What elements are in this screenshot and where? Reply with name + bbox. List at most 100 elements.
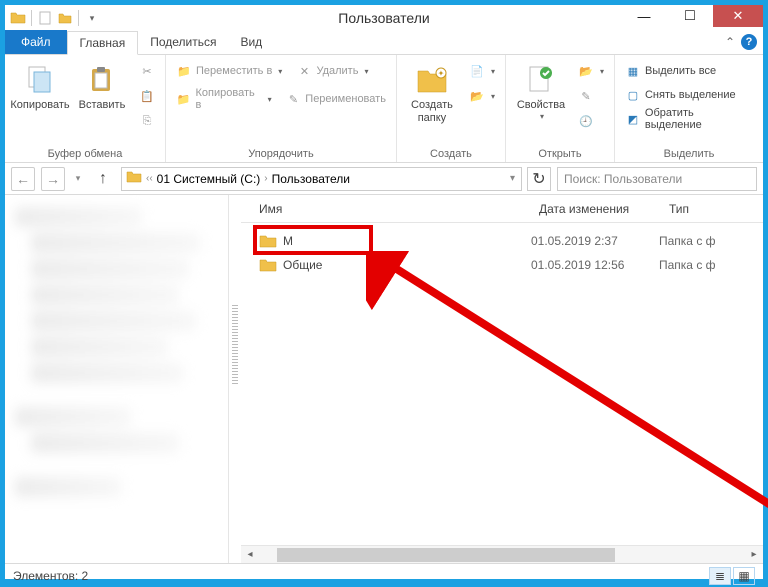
column-headers: Имя Дата изменения Тип (241, 195, 763, 223)
new-folder-icon: ✦ (415, 63, 449, 97)
list-item[interactable]: Общие 01.05.2019 12:56 Папка с ф (241, 253, 763, 277)
status-bar: Элементов: 2 ≣ ▦ (5, 563, 763, 587)
content-area: Имя Дата изменения Тип M 01.05.2019 2:37… (5, 195, 763, 563)
home-tab[interactable]: Главная (67, 31, 139, 55)
rename-icon: ✎ (286, 91, 302, 107)
explorer-window: ▾ Пользователи — □ ✕ Файл Главная Подели… (4, 4, 764, 580)
select-none-button[interactable]: ▢Снять выделение (621, 83, 740, 107)
invert-selection-button[interactable]: ◩Обратить выделение (621, 107, 757, 131)
easy-icon: 📂 (469, 88, 485, 104)
window-title: Пользователи (338, 10, 429, 26)
list-item[interactable]: M 01.05.2019 2:37 Папка с ф (241, 229, 763, 253)
column-name[interactable]: Имя (241, 202, 531, 216)
copy-button[interactable]: Копировать (11, 59, 69, 112)
svg-text:✦: ✦ (438, 69, 445, 78)
status-text: Элементов: 2 (13, 569, 88, 583)
open-group: Свойства ▾ 📂▾ ✎ 🕘 Открыть (506, 55, 615, 162)
view-tab[interactable]: Вид (228, 30, 274, 54)
open-icon: 📂 (578, 63, 594, 79)
easy-access-button[interactable]: 📂▾ (465, 84, 499, 108)
delete-icon: ✕ (296, 63, 312, 79)
breadcrumb-part[interactable]: 01 Системный (C:) (157, 172, 261, 186)
scroll-thumb[interactable] (277, 548, 615, 562)
maximize-button[interactable]: □ (667, 5, 713, 27)
horizontal-scrollbar[interactable]: ◂ ▸ (241, 545, 763, 563)
icons-view-button[interactable]: ▦ (733, 567, 755, 585)
details-view-button[interactable]: ≣ (709, 567, 731, 585)
separator (31, 10, 32, 26)
new-item-icon: 📄 (469, 63, 485, 79)
breadcrumb[interactable]: ‹‹ 01 Системный (C:) › Пользователи ▾ (121, 167, 522, 191)
paste-icon (85, 63, 119, 97)
scroll-left-icon[interactable]: ◂ (241, 546, 259, 564)
properties-icon (524, 63, 558, 97)
qat-dropdown-icon[interactable]: ▾ (83, 9, 101, 27)
breadcrumb-part[interactable]: Пользователи (272, 172, 350, 186)
share-tab[interactable]: Поделиться (138, 30, 228, 54)
copyto-icon: 📁 (176, 91, 192, 107)
chevron-right-icon[interactable]: ‹‹ (144, 173, 155, 184)
splitter[interactable] (229, 195, 241, 563)
help-icon[interactable]: ? (741, 34, 757, 50)
search-input[interactable]: Поиск: Пользователи (557, 167, 757, 191)
help-area: ⌃ ? (725, 34, 757, 50)
new-group: ✦ Создать папку 📄▾ 📂▾ Создать (397, 55, 506, 162)
navigation-pane[interactable] (5, 195, 229, 563)
chevron-down-icon: ▾ (540, 112, 544, 121)
dropdown-icon[interactable]: ▾ (508, 173, 517, 184)
history-button[interactable]: 🕘 (574, 109, 608, 133)
window-controls: — □ ✕ (621, 5, 763, 27)
path-icon: 📋 (139, 88, 155, 104)
column-type[interactable]: Тип (661, 202, 741, 216)
ribbon: Копировать Вставить ✂ 📋 ⎘ Буфер обмена 📁… (5, 55, 763, 163)
annotation-arrow (366, 251, 768, 531)
folder-icon (259, 256, 277, 274)
paste-button[interactable]: Вставить (73, 59, 131, 112)
separator (78, 10, 79, 26)
clipboard-group: Копировать Вставить ✂ 📋 ⎘ Буфер обмена (5, 55, 166, 162)
chevron-right-icon[interactable]: › (262, 173, 269, 184)
file-rows: M 01.05.2019 2:37 Папка с ф Общие 01.05.… (241, 223, 763, 545)
select-all-button[interactable]: ▦Выделить все (621, 59, 720, 83)
new-folder-qat-icon[interactable] (56, 9, 74, 27)
new-item-button[interactable]: 📄▾ (465, 59, 499, 83)
folder-icon (9, 9, 27, 27)
move-icon: 📁 (176, 63, 192, 79)
invert-icon: ◩ (625, 111, 641, 127)
minimize-ribbon-icon[interactable]: ⌃ (725, 35, 735, 49)
move-to-button[interactable]: 📁Переместить в▾ ✕Удалить▾ (172, 59, 372, 83)
copy-icon (23, 63, 57, 97)
select-all-icon: ▦ (625, 63, 641, 79)
open-button[interactable]: 📂▾ (574, 59, 608, 83)
file-tab[interactable]: Файл (5, 30, 67, 54)
cut-icon: ✂ (139, 63, 155, 79)
quick-access-toolbar: ▾ (5, 9, 101, 27)
refresh-button[interactable]: ↻ (527, 167, 551, 191)
paste-shortcut-button[interactable]: ⎘ (135, 109, 159, 133)
organize-group: 📁Переместить в▾ ✕Удалить▾ 📁Копировать в▾… (166, 55, 397, 162)
select-none-icon: ▢ (625, 87, 641, 103)
edit-icon: ✎ (578, 88, 594, 104)
view-buttons: ≣ ▦ (709, 567, 755, 585)
scroll-right-icon[interactable]: ▸ (745, 546, 763, 564)
back-button[interactable]: ← (11, 167, 35, 191)
new-folder-button[interactable]: ✦ Создать папку (403, 59, 461, 125)
edit-button[interactable]: ✎ (574, 84, 608, 108)
file-list: Имя Дата изменения Тип M 01.05.2019 2:37… (241, 195, 763, 563)
forward-button[interactable]: → (41, 167, 65, 191)
minimize-button[interactable]: — (621, 5, 667, 27)
titlebar: ▾ Пользователи — □ ✕ (5, 5, 763, 31)
copy-path-button[interactable]: 📋 (135, 84, 159, 108)
up-button[interactable]: ↑ (91, 167, 115, 191)
address-bar: ← → ▾ ↑ ‹‹ 01 Системный (C:) › Пользоват… (5, 163, 763, 195)
column-date[interactable]: Дата изменения (531, 202, 661, 216)
history-icon: 🕘 (578, 113, 594, 129)
select-group: ▦Выделить все ▢Снять выделение ◩Обратить… (615, 55, 763, 162)
close-button[interactable]: ✕ (713, 5, 763, 27)
properties-qat-icon[interactable] (36, 9, 54, 27)
cut-button[interactable]: ✂ (135, 59, 159, 83)
copy-to-button[interactable]: 📁Копировать в▾ ✎Переименовать (172, 87, 390, 111)
history-dropdown-icon[interactable]: ▾ (71, 167, 85, 191)
folder-icon (126, 169, 142, 188)
properties-button[interactable]: Свойства ▾ (512, 59, 570, 121)
